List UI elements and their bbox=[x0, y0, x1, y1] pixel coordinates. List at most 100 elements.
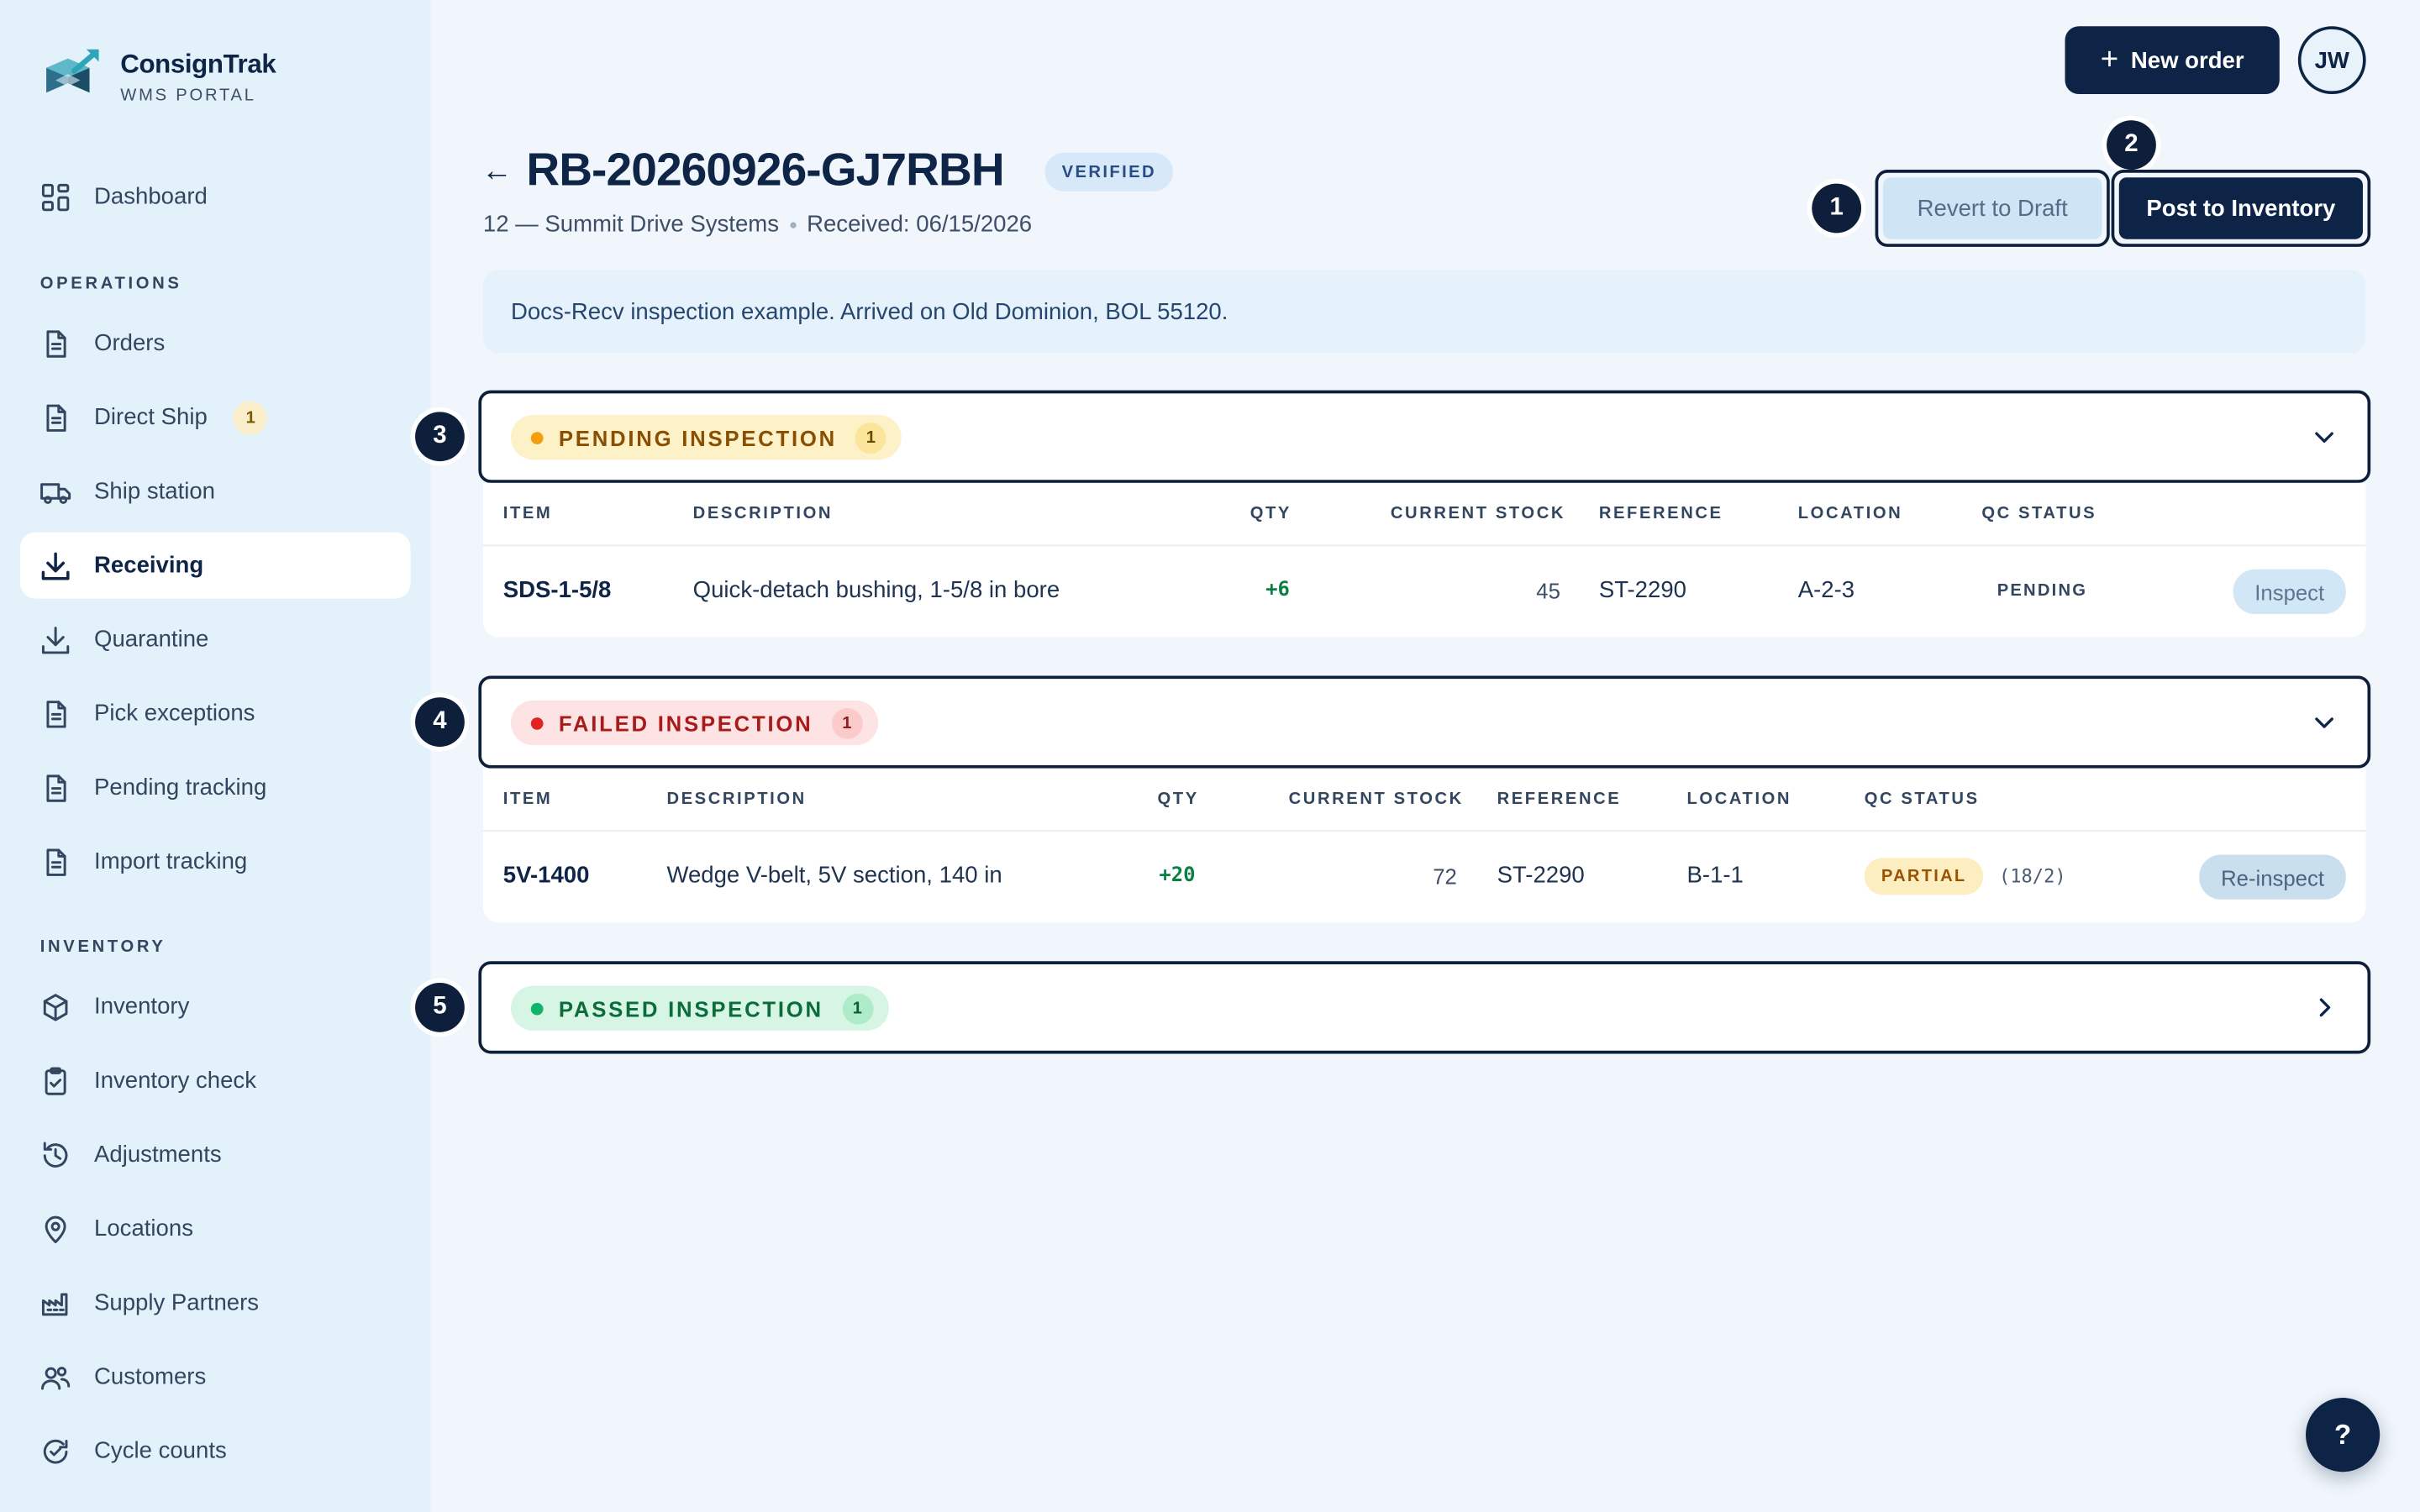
sidebar-item-pick-exceptions[interactable]: Pick exceptions bbox=[20, 680, 411, 747]
row-item-sku[interactable]: SDS-1-5/8 bbox=[503, 544, 612, 635]
post-to-inventory-button[interactable]: Post to Inventory bbox=[2111, 170, 2371, 247]
sidebar-item-label: Pending tracking bbox=[94, 774, 267, 801]
qc-status-text: PENDING bbox=[1996, 580, 2088, 600]
sidebar-item-customers[interactable]: Customers bbox=[20, 1344, 411, 1410]
column-header-item: ITEM bbox=[502, 790, 553, 809]
brand-subtitle: WMS PORTAL bbox=[120, 86, 256, 105]
failed-inspection-pill: FAILED INSPECTION 1 bbox=[510, 700, 878, 746]
step-marker-3: 3 bbox=[415, 412, 465, 462]
document-icon bbox=[40, 698, 71, 729]
row-current-stock: 72 bbox=[1433, 863, 1457, 889]
passed-inspection-header[interactable]: PASSED INSPECTION 1 bbox=[478, 961, 2371, 1054]
grid-icon bbox=[40, 181, 71, 213]
row-reference: ST-2290 bbox=[1497, 862, 1585, 889]
chevron-down-icon[interactable] bbox=[2312, 424, 2336, 449]
row-qty: +20 bbox=[1159, 864, 1196, 888]
sidebar: ConsignTrak WMS PORTAL Dashboard OPERATI… bbox=[0, 0, 431, 1512]
sidebar-item-label: Adjustments bbox=[94, 1142, 222, 1168]
revert-to-draft-button[interactable]: Revert to Draft bbox=[1875, 170, 2110, 247]
history-icon bbox=[40, 1139, 71, 1170]
partial-badge: PARTIAL bbox=[1864, 857, 1984, 895]
failed-table: ITEM DESCRIPTION QTY CURRENT STOCK REFER… bbox=[482, 768, 2366, 923]
sidebar-item-ship-station[interactable]: Ship station bbox=[20, 458, 411, 524]
clipboard-check-icon bbox=[40, 1065, 71, 1096]
row-location: B-1-1 bbox=[1686, 862, 1744, 889]
document-icon bbox=[40, 846, 71, 877]
refresh-check-icon bbox=[40, 1436, 71, 1467]
status-dot bbox=[530, 1001, 544, 1015]
sidebar-item-label: Dashboard bbox=[94, 183, 208, 210]
sidebar-item-supply-partners[interactable]: Supply Partners bbox=[20, 1270, 411, 1336]
sidebar-item-direct-ship[interactable]: Direct Ship 1 bbox=[20, 384, 411, 450]
row-location: A-2-3 bbox=[1797, 576, 1855, 604]
section-label-operations: OPERATIONS bbox=[39, 274, 182, 293]
sidebar-item-label: Import tracking bbox=[94, 848, 248, 875]
sidebar-item-label: Quarantine bbox=[94, 626, 209, 653]
receipt-note: Docs-Recv inspection example. Arrived on… bbox=[482, 270, 2366, 354]
sidebar-item-locations[interactable]: Locations bbox=[20, 1195, 411, 1262]
sidebar-item-label: Direct Ship bbox=[94, 404, 208, 431]
received-date: Received: 06/15/2026 bbox=[807, 211, 1033, 238]
sidebar-item-label: Pick exceptions bbox=[94, 700, 255, 727]
chevron-right-icon[interactable] bbox=[2312, 995, 2336, 1020]
sidebar-item-dashboard[interactable]: Dashboard bbox=[20, 164, 411, 230]
row-current-stock: 45 bbox=[1536, 577, 1560, 603]
plus-icon: + bbox=[2100, 43, 2119, 77]
sidebar-item-orders[interactable]: Orders bbox=[20, 310, 411, 376]
consigntrak-logo-icon bbox=[46, 49, 99, 93]
section-count: 1 bbox=[841, 992, 873, 1024]
receipt-meta: 12 — Summit Drive Systems Received: 06/1… bbox=[483, 212, 1032, 238]
step-marker-2: 2 bbox=[2107, 120, 2156, 171]
sidebar-item-inventory-check[interactable]: Inventory check bbox=[20, 1047, 411, 1114]
column-header-location: LOCATION bbox=[1797, 504, 1903, 523]
customer-text: 12 — Summit Drive Systems bbox=[482, 211, 780, 238]
column-header-qty: QTY bbox=[1249, 504, 1292, 523]
sidebar-item-label: Supply Partners bbox=[94, 1289, 260, 1316]
column-header-qty: QTY bbox=[1157, 790, 1199, 809]
partial-count: (18/2) bbox=[1998, 864, 2066, 887]
sidebar-item-label: Ship station bbox=[94, 478, 216, 505]
separator-dot bbox=[789, 221, 797, 228]
download-icon bbox=[40, 624, 71, 655]
help-button[interactable]: ? bbox=[2306, 1398, 2381, 1473]
sidebar-item-label: Inventory check bbox=[94, 1067, 257, 1095]
column-header-location: LOCATION bbox=[1686, 790, 1792, 809]
back-arrow-icon[interactable]: ← bbox=[481, 155, 513, 190]
users-icon bbox=[40, 1362, 71, 1393]
brand-name: ConsignTrak bbox=[120, 49, 276, 79]
sidebar-item-adjustments[interactable]: Adjustments bbox=[20, 1121, 411, 1188]
re-inspect-button[interactable]: Re-inspect bbox=[2199, 854, 2346, 900]
step-marker-5: 5 bbox=[415, 982, 465, 1032]
download-icon bbox=[40, 550, 71, 581]
sidebar-item-cycle-counts[interactable]: Cycle counts bbox=[20, 1418, 411, 1484]
sidebar-item-pending-tracking[interactable]: Pending tracking bbox=[20, 754, 411, 821]
sidebar-item-label: Receiving bbox=[94, 552, 204, 579]
pending-table: ITEM DESCRIPTION QTY CURRENT STOCK REFER… bbox=[482, 482, 2366, 638]
map-pin-icon bbox=[40, 1214, 71, 1245]
document-icon bbox=[40, 402, 71, 433]
pending-inspection-header[interactable]: PENDING INSPECTION 1 bbox=[478, 390, 2371, 483]
column-header-reference: REFERENCE bbox=[1598, 504, 1723, 523]
page-title: RB-20260926-GJ7RBH bbox=[526, 144, 1004, 197]
user-avatar[interactable]: JW bbox=[2297, 26, 2366, 95]
row-item-sku[interactable]: 5V-1400 bbox=[503, 830, 590, 921]
sidebar-item-quarantine[interactable]: Quarantine bbox=[20, 606, 411, 673]
column-header-qc-status: QC STATUS bbox=[1981, 504, 2097, 523]
row-qc-status: PENDING bbox=[1997, 544, 2088, 635]
sidebar-item-import-tracking[interactable]: Import tracking bbox=[20, 828, 411, 895]
box-icon bbox=[40, 991, 71, 1022]
inspect-button[interactable]: Inspect bbox=[2233, 569, 2346, 615]
sidebar-item-inventory[interactable]: Inventory bbox=[20, 974, 411, 1040]
column-header-reference: REFERENCE bbox=[1497, 790, 1622, 809]
revert-to-draft-label: Revert to Draft bbox=[1882, 177, 2102, 239]
row-qty: +6 bbox=[1265, 578, 1290, 602]
sidebar-item-receiving[interactable]: Receiving bbox=[19, 532, 411, 599]
status-dot bbox=[530, 717, 544, 729]
failed-inspection-header[interactable]: FAILED INSPECTION 1 bbox=[478, 675, 2371, 769]
new-order-button[interactable]: + New order bbox=[2065, 26, 2280, 95]
count-badge: 1 bbox=[234, 400, 268, 435]
section-label: FAILED INSPECTION bbox=[558, 710, 813, 736]
status-badge: VERIFIED bbox=[1044, 152, 1174, 192]
brand[interactable]: ConsignTrak WMS PORTAL bbox=[40, 46, 276, 108]
chevron-down-icon[interactable] bbox=[2312, 710, 2336, 734]
